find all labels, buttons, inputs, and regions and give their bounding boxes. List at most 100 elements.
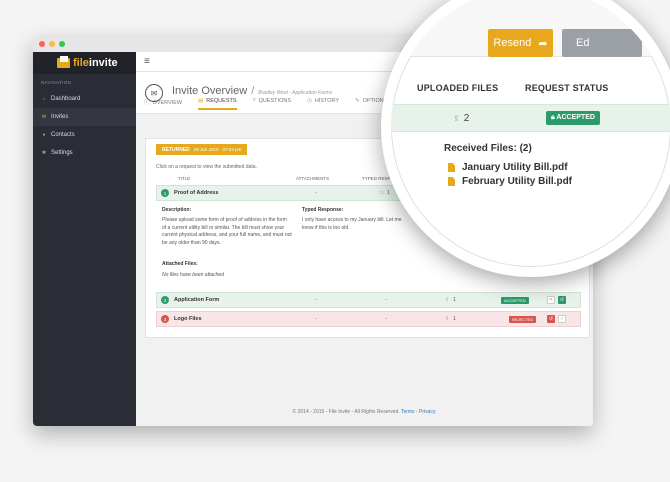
edit-label: Ed: [576, 37, 590, 49]
footer-period: .: [435, 409, 437, 415]
file-name: February Utility Bill.pdf: [462, 176, 573, 187]
page-subtitle: Bradley West - Application Forms: [258, 90, 333, 96]
clock-icon: ◷: [307, 98, 312, 104]
resend-label: Resend: [493, 37, 532, 49]
accepted-badge: ACCEPTED: [501, 296, 529, 304]
upload-icon: ⇪: [453, 114, 460, 123]
description-label: Description:: [162, 207, 192, 213]
returned-date: 28 Jun 2015 - 07:54 pm: [193, 147, 242, 152]
column-request-status: REQUEST STATUS: [525, 83, 609, 93]
row-typed: -: [385, 316, 387, 322]
pdf-file-icon: [448, 177, 455, 186]
hint-text: Click on a request to view the submitted…: [156, 164, 257, 170]
page-title-text: Invite Overview: [172, 85, 248, 97]
nav-heading: NAVIGATION: [41, 80, 72, 85]
sidebar: file invite NAVIGATION ⌂ Dashboard ✉ Invi…: [33, 52, 136, 426]
column-title: TITLE: [178, 176, 191, 181]
column-attachments: ATTACHMENTS: [296, 176, 330, 181]
file-link-february[interactable]: February Utility Bill.pdf: [448, 176, 572, 187]
question-icon: ?: [252, 98, 256, 104]
gear-icon: ✱: [41, 150, 47, 156]
wrench-icon: ✎: [355, 98, 360, 104]
tab-bar: ⓘ OVERVIEW ▤ REQUESTS ? QUESTIONS ◷ HISTORY …: [144, 98, 403, 110]
sidebar-item-contacts[interactable]: ● Contacts: [33, 126, 136, 144]
logo-text-invite: invite: [88, 57, 118, 69]
lens-highlighted-row[interactable]: [391, 104, 670, 132]
uploaded-count: ⇪ 2: [453, 113, 469, 124]
attached-files-label: Attached Files:: [162, 261, 198, 267]
undo-icon[interactable]: ↺: [558, 296, 566, 304]
row-uploaded: 1: [453, 297, 456, 303]
sidebar-item-label: Contacts: [51, 132, 75, 138]
uploaded-count-value: 2: [463, 113, 470, 124]
accepted-badge: 🔒︎ ACCEPTED: [546, 111, 600, 125]
tab-overview[interactable]: ⓘ OVERVIEW: [144, 98, 182, 110]
copyright-text: © 2014 - 2015 - File Invite - All Rights…: [292, 409, 400, 415]
folder-logo-icon: [57, 56, 70, 68]
home-icon: ⌂: [42, 96, 46, 102]
page-title: Invite Overview / Bradley West - Applicati…: [172, 85, 332, 97]
sidebar-item-dashboard[interactable]: ⌂ Dashboard: [33, 90, 136, 108]
tab-questions[interactable]: ? QUESTIONS: [253, 98, 291, 110]
edit-button[interactable]: Ed: [562, 29, 642, 57]
table-row[interactable]: 2 Application Form - - ⇪ 1 ACCEPTED ✕ ↺: [156, 292, 581, 308]
tab-label: OVERVIEW: [152, 100, 183, 106]
row-typed: 1: [387, 190, 390, 196]
status-badge: RETURNED 28 Jun 2015 - 07:54 pm: [156, 144, 248, 155]
description-text: Please upload some form of proof of addr…: [162, 217, 292, 246]
tab-label: REQUESTS: [206, 98, 237, 104]
upload-icon: ⇪: [445, 316, 450, 322]
sidebar-item-settings[interactable]: ✱ Settings: [33, 144, 136, 162]
resend-button[interactable]: Resend ➦: [488, 29, 553, 57]
breadcrumb-separator: /: [251, 85, 255, 97]
row-number: 2: [161, 296, 169, 304]
upload-icon: ⇪: [445, 297, 450, 303]
returned-label: RETURNED: [162, 146, 190, 153]
document-icon: ▤: [198, 98, 204, 104]
accepted-badge-label: ACCEPTED: [556, 114, 595, 121]
table-row[interactable]: 3 Logo Files - - ⇪ 1 REJECTED ↺ ✓: [156, 311, 581, 327]
info-icon: ⓘ: [144, 100, 150, 106]
users-icon: ●: [42, 132, 46, 138]
row-uploaded: 1: [453, 316, 456, 322]
row-number: 3: [161, 315, 169, 323]
privacy-link[interactable]: Privacy: [419, 409, 435, 415]
sidebar-item-invites[interactable]: ✉ Invites: [33, 108, 136, 126]
row-attachments: -: [315, 190, 317, 196]
row-attachments: -: [315, 297, 317, 303]
minimize-window-dot[interactable]: [49, 41, 55, 47]
sidebar-item-label: Dashboard: [51, 96, 81, 102]
row-title: Application Form: [174, 297, 220, 303]
sidebar-item-label: Invites: [51, 114, 69, 120]
row-title: Logo Files: [174, 316, 202, 322]
terms-link[interactable]: Terms: [401, 409, 415, 415]
column-uploaded-files: UPLOADED FILES: [417, 83, 499, 93]
rejected-badge: REJECTED: [509, 315, 537, 323]
footer: © 2014 - 2015 - File Invite - All Rights…: [136, 409, 593, 415]
row-title: Proof of Address: [174, 190, 219, 196]
logo-text-file: file: [73, 57, 89, 69]
tab-label: QUESTIONS: [258, 98, 291, 104]
close-window-dot[interactable]: [39, 41, 45, 47]
received-files-label: Received Files: (2): [444, 143, 532, 154]
tab-history[interactable]: ◷ HISTORY: [307, 98, 339, 110]
pdf-file-icon: [448, 163, 455, 172]
row-attachments: -: [315, 316, 317, 322]
accept-icon[interactable]: ✓: [558, 315, 566, 323]
row-typed: -: [385, 297, 387, 303]
typed-response-label: Typed Response:: [302, 207, 344, 213]
undo-icon[interactable]: ↺: [547, 315, 555, 323]
sidebar-item-label: Settings: [51, 150, 73, 156]
file-name: January Utility Bill.pdf: [462, 162, 568, 173]
attached-files-empty: No files have been attached: [162, 272, 224, 278]
envelope-icon: ✉: [41, 114, 47, 120]
tab-requests[interactable]: ▤ REQUESTS: [198, 98, 237, 110]
reject-icon[interactable]: ✕: [547, 296, 555, 304]
magnifier-lens: Resend ➦ Ed UPLOADED FILES REQUEST STATU…: [381, 0, 670, 277]
comment-icon: ▭: [379, 190, 384, 196]
maximize-window-dot[interactable]: [59, 41, 65, 47]
file-link-january[interactable]: January Utility Bill.pdf: [448, 162, 568, 173]
hamburger-menu-icon[interactable]: ≡: [144, 56, 150, 67]
logo[interactable]: file invite: [33, 52, 136, 74]
share-arrow-icon: ➦: [538, 37, 548, 50]
